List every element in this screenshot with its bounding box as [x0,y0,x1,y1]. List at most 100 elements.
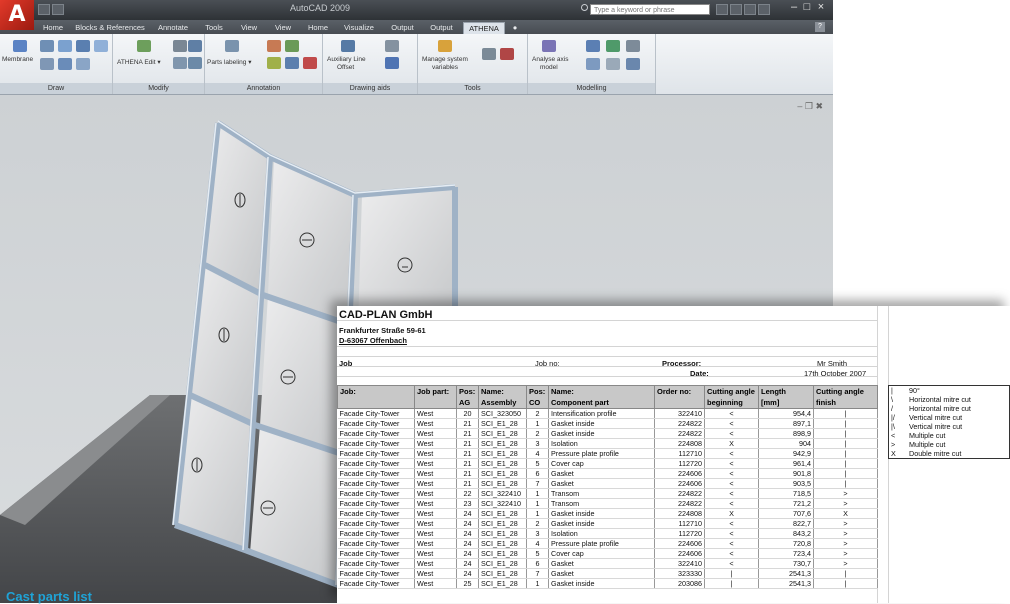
modify-rotate-icon[interactable] [188,57,202,69]
tab-home-2[interactable]: Home [302,22,334,34]
legend-symbol: / [891,404,893,413]
table-cell: Facade City-Tower [337,568,415,579]
modify-copy-icon[interactable] [188,40,202,52]
table-cell: Isolation [548,528,655,539]
table-row: Facade City-Tower West 21 SCI_E1_28 2 Gasket … [337,428,878,439]
legend-row: X Double mitre cut [889,449,1010,459]
tab-view[interactable]: View [234,22,264,34]
table-cell: < [704,528,759,539]
table-cell: < [704,548,759,559]
info-icon[interactable] [758,4,770,15]
manage-variables-icon[interactable] [438,40,452,52]
annotation-dim-icon[interactable] [267,40,281,52]
table-cell: 21 [456,478,479,489]
restore-icon[interactable]: □ [801,1,813,13]
tab-output[interactable]: Output [385,22,420,34]
tab-output-2[interactable]: Output [424,22,459,34]
parts-labeling-button[interactable]: Parts labeling ▾ [207,58,251,66]
quick-access-new-icon[interactable] [38,4,50,15]
model-section-icon[interactable] [626,40,640,52]
legend-row: | 90° [889,386,1010,396]
figure-caption: Cast parts list [6,589,92,604]
model-bolt-icon[interactable] [606,58,620,70]
communication-center-icon[interactable] [716,4,728,15]
table-cell: 24 [456,538,479,549]
tab-tools[interactable]: Tools [198,22,230,34]
search-icon[interactable] [581,4,588,11]
auxiliary-line-icon[interactable] [341,40,355,52]
parts-labeling-icon[interactable] [225,40,239,52]
panel-title-draw: Draw [0,83,112,94]
aids-snap-icon[interactable] [385,40,399,52]
membrane-button[interactable]: Membrane [2,56,33,63]
table-cell: 322410 [654,558,705,569]
help-icon[interactable]: ? [815,22,825,32]
draw-panel-icon[interactable] [94,40,108,52]
athena-edit-button[interactable]: ATHENA Edit ▾ [117,58,161,66]
panel-tools: Manage system variables Tools [418,34,528,94]
legend-description: Vertical mitre cut [909,422,963,431]
table-cell: SCI_E1_28 [478,428,527,439]
table-cell: West [414,468,457,479]
tab-annotate[interactable]: Annotate [152,22,194,34]
table-cell: 3 [526,438,549,449]
close-icon[interactable]: × [815,1,827,13]
table-cell: 2541,3 [758,568,814,579]
panel-title-modelling: Modelling [528,83,655,94]
legend-row: > Multiple cut [889,440,1010,449]
annotation-leader-icon[interactable] [267,57,281,69]
minimize-icon[interactable]: – [788,1,800,13]
model-extrude-icon[interactable] [586,40,600,52]
manage-system-variables-button[interactable]: Manage system [422,56,468,63]
draw-mullion-icon[interactable] [58,58,72,70]
model-bracket-icon[interactable] [626,58,640,70]
tools-settings-icon[interactable] [482,48,496,60]
job-no-label: Job no: [535,359,560,368]
tab-blocks-references[interactable]: Blocks & References [72,22,148,34]
analyse-axis-button[interactable]: Analyse axis [532,56,569,63]
draw-profile-icon[interactable] [76,40,90,52]
application-menu-button[interactable]: A [0,0,34,30]
model-glass-icon[interactable] [586,58,600,70]
table-cell: SCI_322410 [478,488,527,499]
aids-ucs-icon[interactable] [385,57,399,69]
table-cell: Facade City-Tower [337,578,415,589]
annotation-mark-icon[interactable] [303,57,317,69]
legend-description: Multiple cut [909,440,946,449]
tab-visualize[interactable]: Visualize [338,22,380,34]
favorites-icon[interactable] [730,4,742,15]
table-cell: 21 [456,418,479,429]
table-cell: West [414,478,457,489]
tab-view-2[interactable]: View [268,22,298,34]
table-cell: Facade City-Tower [337,458,415,469]
annotation-table-icon[interactable] [285,57,299,69]
draw-glass-icon[interactable] [40,58,54,70]
table-cell: 822,7 [758,518,814,529]
table-cell: < [704,558,759,569]
modify-tool-icon[interactable] [173,40,187,52]
annotation-text-icon[interactable] [285,40,299,52]
tools-report-icon[interactable] [500,48,514,60]
table-row: Facade City-Tower West 24 SCI_E1_28 7 Gasket 3… [337,568,878,579]
table-cell: Intensification profile [548,408,655,419]
modify-move-icon[interactable] [173,57,187,69]
tab-athena[interactable]: ATHENA [463,22,505,34]
table-cell: West [414,578,457,589]
star-icon[interactable] [744,4,756,15]
athena-edit-icon[interactable] [137,40,151,52]
analyse-axis-icon[interactable] [542,40,556,52]
manage-variables-label: variables [432,64,459,71]
draw-transom-icon[interactable] [76,58,90,70]
auxiliary-line-button[interactable]: Auxiliary Line [327,56,366,63]
tab-home[interactable]: Home [38,22,68,34]
draw-grid-icon[interactable] [58,40,72,52]
quick-access-open-icon[interactable] [52,4,64,15]
tab-extra[interactable]: ● [508,22,522,34]
column-header: Cutting angle finish [813,385,878,409]
panel-title-modify: Modify [113,83,204,94]
draw-line-icon[interactable] [40,40,54,52]
membrane-icon[interactable] [13,40,27,52]
model-profile-icon[interactable] [606,40,620,52]
search-input[interactable]: Type a keyword or phrase [590,4,710,15]
table-cell: 21 [456,448,479,459]
